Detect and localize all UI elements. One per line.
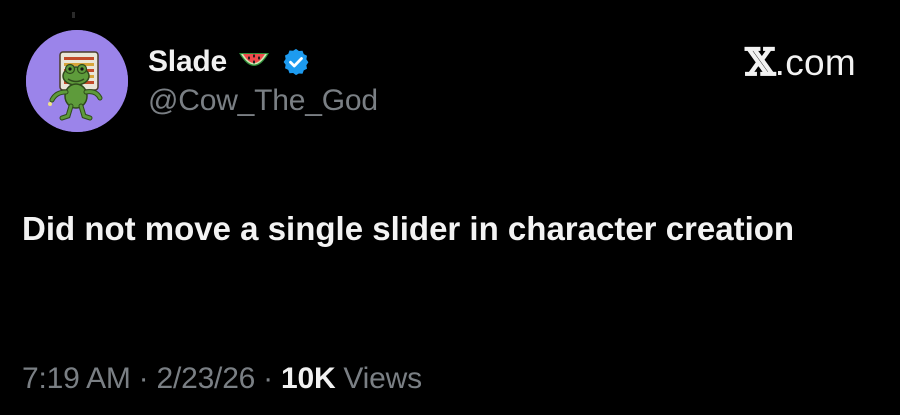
meta-separator: ·	[263, 362, 273, 395]
frog-avatar-icon	[26, 30, 128, 132]
avatar[interactable]	[26, 30, 128, 132]
brand-suffix: .com	[774, 42, 856, 83]
author-name-row: Slade	[148, 42, 311, 82]
author-display-name[interactable]: Slade	[148, 45, 227, 79]
verified-badge-icon[interactable]	[281, 47, 311, 77]
x-logo-icon: 𝕏	[744, 40, 776, 85]
tweet-meta: 7:19 AM · 2/23/26 · 10K Views	[22, 362, 422, 396]
x-brand-logo: 𝕏.com	[744, 40, 856, 85]
tweet-time[interactable]: 7:19 AM	[22, 362, 131, 396]
top-speck	[72, 12, 75, 18]
views-count: 10K	[280, 362, 336, 395]
watermelon-icon	[237, 49, 271, 75]
meta-separator: ·	[138, 362, 149, 395]
views-label: Views	[343, 362, 422, 395]
author-handle[interactable]: @Cow_The_God	[148, 84, 378, 118]
tweet-date[interactable]: 2/23/26	[156, 362, 255, 396]
tweet-text: Did not move a single slider in characte…	[22, 210, 795, 247]
